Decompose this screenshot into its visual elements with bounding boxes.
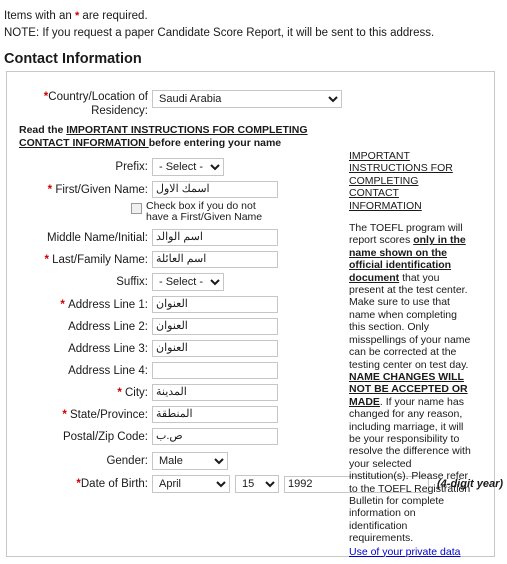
country-label: *Country/Location of Residency: (7, 90, 152, 118)
no-first-name-label: Check box if you do not have a First/Giv… (146, 200, 263, 223)
required-items-note: Items with an * are required. (4, 8, 507, 25)
address3-label: Address Line 3: (68, 342, 148, 355)
instructions-sidebar: IMPORTANT INSTRUCTIONS FOR COMPLETING CO… (349, 150, 471, 558)
prefix-select[interactable]: - Select - (152, 158, 224, 176)
score-report-note: NOTE: If you request a paper Candidate S… (4, 27, 435, 39)
field-row-date-of-birth: *Date of Birth: April 15 (4-digit year) (7, 475, 503, 493)
first-name-label: * First/Given Name: (7, 183, 152, 197)
gender-label: Gender: (106, 455, 148, 467)
field-row-suffix: Suffix: - Select - (7, 273, 337, 291)
last-name-input[interactable] (152, 251, 278, 268)
gender-control: Male (152, 452, 228, 470)
first-name-input[interactable] (152, 181, 278, 198)
page-title: Contact Information (4, 51, 142, 67)
field-row-address1: * Address Line 1: (7, 296, 337, 313)
dob-day-select[interactable]: 15 (235, 475, 279, 493)
address1-input[interactable] (152, 296, 278, 313)
address1-control (152, 296, 278, 313)
instructions-text-part3: . If your name has changed for any reaso… (349, 395, 471, 545)
state-label-text: State/Province: (70, 408, 148, 421)
city-label-text: City: (125, 386, 148, 399)
contact-information-panel: *Country/Location of Residency: Saudi Ar… (6, 71, 503, 558)
country-label-line2: Residency: (91, 105, 148, 117)
read-instructions-line: Read the IMPORTANT INSTRUCTIONS FOR COMP… (19, 124, 319, 150)
last-name-label: * Last/Family Name: (7, 253, 152, 267)
no-first-name-row: Check box if you do not have a First/Giv… (7, 201, 337, 223)
address2-control (152, 318, 278, 335)
country-label-line1: Country/Location of (48, 91, 148, 103)
country-control: Saudi Arabia (152, 90, 342, 108)
no-first-name-checkbox[interactable] (131, 203, 142, 214)
address4-control (152, 362, 278, 379)
field-row-prefix: Prefix: - Select - (7, 158, 337, 176)
prefix-label: Prefix: (115, 161, 148, 173)
read-instructions-prefix: Read the (19, 124, 67, 136)
instructions-body: The TOEFL program will report scores onl… (349, 222, 471, 545)
top-notes: Items with an * are required. NOTE: If y… (0, 0, 507, 42)
field-row-address3: Address Line 3: (7, 340, 337, 357)
field-row-middle-name: Middle Name/Initial: (7, 229, 337, 246)
private-data-link[interactable]: Use of your private data (349, 546, 460, 558)
field-row-address2: Address Line 2: (7, 318, 337, 335)
country-select[interactable]: Saudi Arabia (152, 90, 342, 108)
field-row-address4: Address Line 4: (7, 362, 337, 379)
first-name-label-text: First/Given Name: (55, 183, 148, 196)
address4-input[interactable] (152, 362, 278, 379)
dob-month-select[interactable]: April (152, 475, 230, 493)
field-row-state: * State/Province: (7, 406, 337, 423)
city-input[interactable] (152, 384, 278, 401)
state-input[interactable] (152, 406, 278, 423)
city-required-asterisk-icon: * (117, 386, 125, 399)
state-required-asterisk-icon: * (62, 408, 71, 421)
address2-input[interactable] (152, 318, 278, 335)
middle-name-label: Middle Name/Initial: (47, 231, 148, 244)
field-row-city: * City: (7, 384, 337, 401)
read-instructions-suffix: before entering your name (148, 137, 282, 149)
last-name-label-text: Last/Family Name: (52, 253, 148, 266)
contact-information-page: Items with an * are required. NOTE: If y… (0, 0, 507, 564)
suffix-label: Suffix: (116, 276, 148, 288)
field-row-gender: Gender: Male (7, 452, 337, 470)
instructions-text-part2: that you present at the test center. Mak… (349, 271, 471, 371)
field-row-last-name: * Last/Family Name: (7, 251, 337, 268)
address3-input[interactable] (152, 340, 278, 357)
required-note-suffix: are required. (79, 10, 148, 22)
postal-control (152, 428, 278, 445)
instructions-heading[interactable]: IMPORTANT INSTRUCTIONS FOR COMPLETING CO… (349, 150, 471, 212)
postal-label: Postal/Zip Code: (62, 430, 148, 443)
address2-label: Address Line 2: (68, 320, 148, 333)
field-row-postal: Postal/Zip Code: (7, 428, 337, 445)
field-row-first-name: * First/Given Name: (7, 181, 337, 198)
suffix-control: - Select - (152, 273, 224, 291)
last-name-required-asterisk-icon: * (44, 253, 53, 266)
address4-label: Address Line 4: (68, 364, 148, 377)
contact-form: *Country/Location of Residency: Saudi Ar… (7, 72, 503, 498)
address3-control (152, 340, 278, 357)
field-row-country: *Country/Location of Residency: Saudi Ar… (7, 90, 342, 118)
city-control (152, 384, 278, 401)
prefix-control: - Select - (152, 158, 224, 176)
gender-select[interactable]: Male (152, 452, 228, 470)
state-control (152, 406, 278, 423)
first-name-control (152, 181, 278, 198)
required-note-prefix: Items with an (4, 10, 75, 22)
city-label: * City: (7, 386, 152, 400)
address1-required-asterisk-icon: * (60, 298, 69, 311)
suffix-select[interactable]: - Select - (152, 273, 224, 291)
dob-label-text: Date of Birth: (80, 478, 148, 490)
middle-name-input[interactable] (152, 229, 278, 246)
dob-label: *Date of Birth: (7, 477, 152, 491)
address1-label-text: Address Line 1: (68, 298, 148, 311)
postal-input[interactable] (152, 428, 278, 445)
address1-label: * Address Line 1: (7, 298, 152, 312)
last-name-control (152, 251, 278, 268)
middle-name-control (152, 229, 278, 246)
state-label: * State/Province: (7, 408, 152, 422)
